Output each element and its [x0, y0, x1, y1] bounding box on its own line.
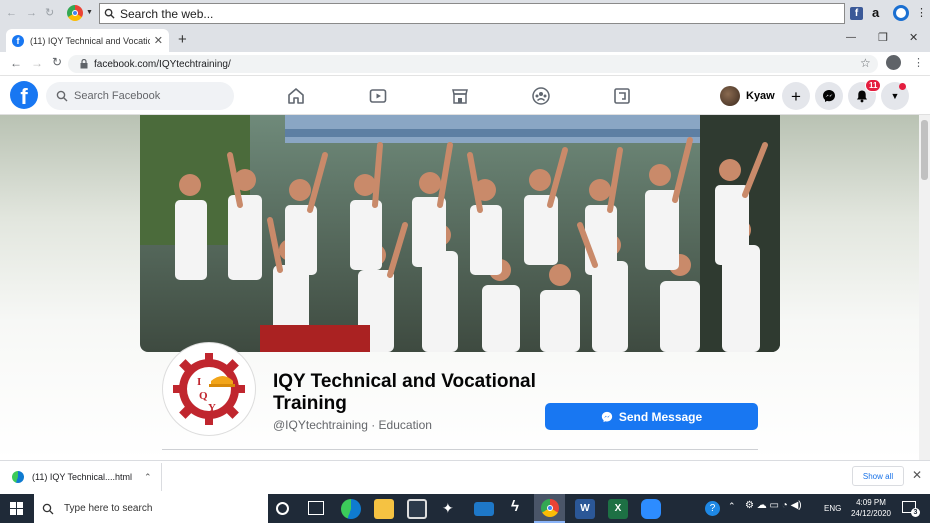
groups-icon[interactable] [531, 86, 551, 106]
reload-icon[interactable]: ↻ [45, 6, 54, 19]
restore-button[interactable]: ❐ [878, 31, 888, 44]
messenger-icon [823, 90, 835, 102]
bell-icon [857, 90, 867, 103]
profile-icon[interactable] [886, 55, 901, 70]
facebook-favicon-icon: f [12, 34, 24, 47]
excel-app-icon[interactable]: X [608, 499, 628, 519]
windows-start-icon[interactable] [10, 502, 23, 515]
clock-time: 4:09 PM [856, 498, 886, 507]
watch-video-icon[interactable] [368, 86, 388, 106]
edge-file-icon [12, 471, 24, 483]
svg-text:I: I [197, 376, 201, 388]
iqy-logo-image: I Q Y [167, 347, 251, 431]
nav-reload-icon[interactable]: ↻ [52, 55, 62, 69]
forward-arrow-icon[interactable]: → [26, 7, 37, 19]
user-name: Kyaw [746, 90, 775, 102]
tab-title: (11) IQY Technical and Vocationa [30, 35, 150, 46]
cover-photo-image [140, 115, 780, 352]
chrome-logo-icon[interactable] [67, 5, 83, 21]
page-handle-category: @IQYtechtraining · Education [273, 418, 432, 432]
download-file-name: (11) IQY Technical....html [32, 472, 133, 482]
chrome-menu-icon[interactable]: ⋮ [913, 56, 924, 69]
tray-icons[interactable]: ⚙ ☁ ▭ ◔ ◀) [745, 500, 802, 511]
messenger-button[interactable] [815, 82, 843, 110]
page-profile-picture[interactable]: I Q Y [163, 343, 255, 435]
help-icon[interactable]: ? [705, 501, 720, 516]
facebook-extension-icon[interactable]: f [850, 7, 863, 20]
send-message-label: Send Message [618, 409, 703, 424]
dropbox-icon[interactable]: ✦ [442, 500, 454, 517]
section-divider [162, 449, 758, 450]
search-icon [104, 8, 115, 19]
store-icon[interactable] [407, 499, 427, 519]
chrome-app-icon[interactable] [541, 499, 559, 517]
web-search-placeholder: Search the web... [120, 6, 214, 21]
marketplace-icon[interactable] [450, 86, 470, 106]
chevron-down-icon[interactable]: ▼ [86, 9, 93, 16]
nav-back-icon[interactable]: ← [10, 56, 22, 70]
amazon-extension-icon[interactable]: a [872, 5, 879, 20]
avatar [720, 86, 740, 106]
lightning-app-icon[interactable]: ϟ [511, 498, 519, 515]
facebook-search-placeholder: Search Facebook [74, 90, 161, 102]
search-icon [42, 503, 54, 514]
cortana-icon[interactable] [276, 502, 289, 515]
menu-icon[interactable]: ⋮ [916, 6, 927, 19]
notification-count-badge: 11 [865, 79, 882, 92]
show-all-button[interactable]: Show all [852, 466, 904, 486]
gaming-icon[interactable] [612, 86, 632, 106]
word-app-icon[interactable]: W [575, 499, 595, 519]
language-indicator[interactable]: ENG [824, 504, 841, 513]
back-arrow-icon[interactable]: ← [6, 7, 17, 19]
nav-forward-icon[interactable]: → [31, 56, 43, 70]
home-icon[interactable] [286, 86, 306, 106]
address-input[interactable]: facebook.com/IQYtechtraining/ [68, 55, 878, 73]
chevron-up-icon[interactable]: ⌃ [144, 472, 152, 483]
taskbar-search-input[interactable]: Type here to search [34, 494, 268, 523]
scrollbar-thumb[interactable] [921, 120, 928, 180]
shelf-close-icon[interactable]: ✕ [912, 468, 922, 482]
facebook-logo-icon[interactable]: f [10, 81, 38, 109]
lock-icon [80, 59, 88, 69]
cover-photo[interactable] [140, 115, 780, 352]
download-item[interactable]: (11) IQY Technical....html ⌃ [12, 468, 152, 486]
extension-icon[interactable] [893, 5, 909, 21]
web-search-input[interactable]: Search the web... [99, 3, 845, 24]
notification-count-icon: 3 [911, 508, 920, 517]
alert-dot [899, 83, 906, 90]
minimize-button[interactable]: — [846, 32, 856, 43]
send-message-button[interactable]: Send Message [545, 403, 758, 430]
tray-chevron-icon[interactable]: ⌃ [728, 501, 736, 512]
tab-facebook[interactable]: f (11) IQY Technical and Vocationa ✕ [6, 29, 169, 52]
window-close-button[interactable]: ✕ [909, 31, 918, 44]
create-button[interactable]: + [782, 82, 810, 110]
facebook-search-input[interactable]: Search Facebook [46, 82, 234, 110]
download-separator [161, 463, 162, 491]
mail-icon[interactable] [474, 502, 494, 516]
search-icon [56, 90, 68, 102]
svg-text:Q: Q [199, 390, 208, 402]
task-view-icon[interactable] [308, 501, 324, 515]
new-tab-button[interactable]: + [178, 31, 187, 48]
plus-icon: + [791, 86, 801, 106]
bookmark-star-icon[interactable]: ☆ [860, 56, 871, 70]
svg-text:Y: Y [208, 402, 216, 414]
tab-close-icon[interactable]: ✕ [154, 34, 163, 47]
profile-chip[interactable]: Kyaw [720, 83, 775, 109]
clock-date: 24/12/2020 [850, 509, 892, 518]
url-text: facebook.com/IQYtechtraining/ [94, 58, 231, 70]
zoom-app-icon[interactable] [641, 499, 661, 519]
caret-down-icon: ▼ [890, 91, 900, 101]
edge-app-icon[interactable] [341, 499, 361, 519]
messenger-icon [601, 411, 612, 422]
taskbar-search-placeholder: Type here to search [64, 503, 153, 514]
taskbar-clock[interactable]: 4:09 PM 24/12/2020 [848, 497, 894, 519]
page-title: IQY Technical and Vocational Training [273, 371, 536, 414]
file-explorer-icon[interactable] [374, 499, 394, 519]
